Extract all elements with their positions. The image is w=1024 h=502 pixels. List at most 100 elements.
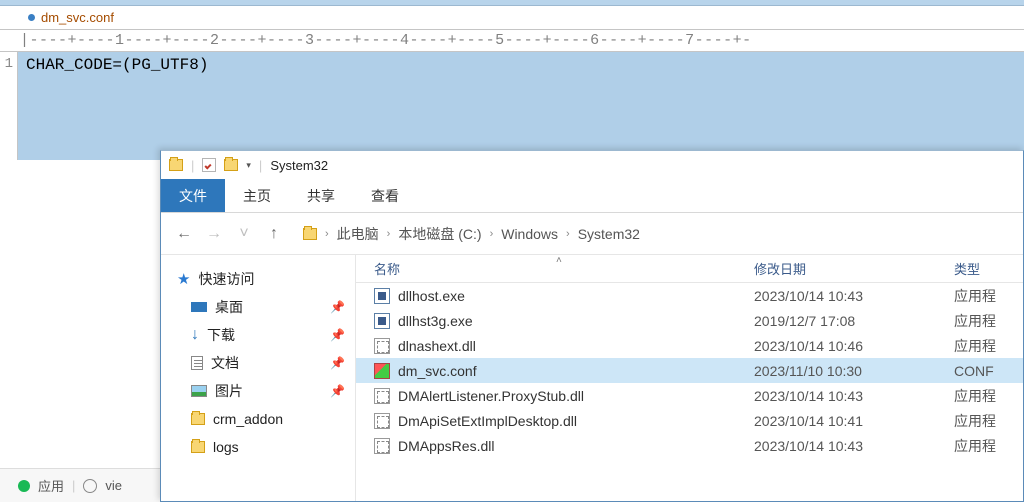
pin-icon: 📌 [330, 384, 345, 398]
star-icon: ★ [177, 270, 190, 288]
sidebar-item-label: 下载 [207, 325, 235, 345]
file-row[interactable]: dllhost.exe 2023/10/14 10:43应用程 [356, 283, 1023, 308]
sidebar-item-label: 图片 [215, 381, 243, 401]
folder-icon [191, 441, 205, 453]
breadcrumb-separator-icon: › [486, 228, 498, 240]
nav-up-button[interactable]: ↑ [261, 221, 287, 247]
file-row[interactable]: dlnashext.dll 2023/10/14 10:46应用程 [356, 333, 1023, 358]
nav-forward-button[interactable]: → [201, 221, 227, 247]
download-icon: ↓ [191, 326, 199, 344]
dll-file-icon [374, 388, 390, 404]
file-row[interactable]: DMAlertListener.ProxyStub.dll 2023/10/14 … [356, 383, 1023, 408]
file-type: CONF [954, 363, 1023, 379]
file-name: dllhost.exe [398, 288, 465, 304]
conf-file-icon [374, 363, 390, 379]
ribbon-tab-home[interactable]: 主页 [225, 179, 289, 212]
sidebar-item-desktop[interactable]: 桌面 📌 [177, 293, 355, 321]
column-header-name[interactable]: 名称 [374, 259, 754, 278]
line-number: 1 [0, 56, 13, 72]
sort-indicator-icon: ˄ [556, 255, 562, 266]
code-line[interactable]: CHAR_CODE=(PG_UTF8) [18, 52, 216, 160]
folder-icon [191, 413, 205, 425]
browser-frag-label2[interactable]: vie [105, 478, 122, 493]
editor-code-area[interactable]: 1 CHAR_CODE=(PG_UTF8) [0, 52, 1024, 160]
file-name: dlnashext.dll [398, 338, 476, 354]
breadcrumb-item[interactable]: 此电脑 [337, 224, 379, 244]
separator: | [72, 478, 75, 493]
folder-icon [169, 159, 183, 171]
checkbox-icon[interactable] [202, 158, 216, 172]
file-date: 2019/12/7 17:08 [754, 313, 954, 329]
sidebar-item-folder[interactable]: logs [177, 433, 355, 461]
sidebar-item-folder[interactable]: crm_addon [177, 405, 355, 433]
breadcrumb-item[interactable]: 本地磁盘 (C:) [398, 224, 481, 244]
nav-back-button[interactable]: ← [171, 221, 197, 247]
breadcrumb-separator-icon: › [383, 228, 395, 240]
text-editor: dm_svc.conf |----+----1----+----2----+--… [0, 0, 1024, 160]
breadcrumb-separator-icon: › [562, 228, 574, 240]
file-list-pane: ˄ 名称 修改日期 类型 dllhost.exe 2023/10/14 10:43… [356, 255, 1023, 501]
pin-icon: 📌 [330, 328, 345, 342]
sidebar-item-documents[interactable]: 文档 📌 [177, 349, 355, 377]
browser-toolbar-fragment: 应用 | vie [0, 468, 160, 502]
file-type: 应用程 [954, 411, 1023, 431]
sidebar-item-label: 快速访问 [198, 269, 254, 289]
file-date: 2023/10/14 10:41 [754, 413, 954, 429]
window-title: System32 [270, 158, 328, 173]
sidebar-item-label: logs [213, 439, 239, 455]
sidebar-item-label: crm_addon [213, 411, 283, 427]
sidebar-item-pictures[interactable]: 图片 📌 [177, 377, 355, 405]
status-dot-icon [18, 480, 30, 492]
sidebar-item-downloads[interactable]: ↓ 下载 📌 [177, 321, 355, 349]
file-date: 2023/10/14 10:43 [754, 438, 954, 454]
editor-tab-label[interactable]: dm_svc.conf [41, 10, 114, 25]
explorer-titlebar: | ▾ | System32 [161, 151, 1023, 179]
file-date: 2023/10/14 10:43 [754, 288, 954, 304]
editor-tab-bar: dm_svc.conf [0, 6, 1024, 30]
file-type: 应用程 [954, 286, 1023, 306]
breadcrumb-item[interactable]: Windows [501, 226, 558, 242]
file-type: 应用程 [954, 336, 1023, 356]
file-name: DMAlertListener.ProxyStub.dll [398, 388, 584, 404]
file-date: 2023/10/14 10:46 [754, 338, 954, 354]
sidebar-item-label: 桌面 [215, 297, 243, 317]
file-row[interactable]: DMAppsRes.dll2023/10/14 10:43应用程 [356, 433, 1023, 458]
column-header-type[interactable]: 类型 [954, 259, 1023, 278]
breadcrumb-item[interactable]: System32 [578, 226, 640, 242]
explorer-sidebar: ★ 快速访问 桌面 📌 ↓ 下载 📌 文档 📌 图片 📌 [161, 255, 356, 501]
column-header-date[interactable]: 修改日期 [754, 259, 954, 278]
dll-file-icon [374, 438, 390, 454]
explorer-body: ★ 快速访问 桌面 📌 ↓ 下载 📌 文档 📌 图片 📌 [161, 255, 1023, 501]
breadcrumb-separator-icon: › [321, 228, 333, 240]
document-icon [191, 356, 203, 370]
file-explorer-window: | ▾ | System32 文件 主页 共享 查看 ← → ˅ ↑ › 此电脑… [160, 150, 1024, 502]
exe-file-icon [374, 313, 390, 329]
file-date: 2023/10/14 10:43 [754, 388, 954, 404]
editor-gutter: 1 [0, 52, 18, 160]
dll-file-icon [374, 338, 390, 354]
file-row[interactable]: dllhst3g.exe2019/12/7 17:08应用程 [356, 308, 1023, 333]
separator: | [191, 158, 194, 173]
pin-icon: 📌 [330, 300, 345, 314]
nav-history-dropdown[interactable]: ˅ [231, 221, 257, 247]
globe-icon [83, 479, 97, 493]
sidebar-item-label: 文档 [211, 353, 239, 373]
ribbon-tab-share[interactable]: 共享 [289, 179, 353, 212]
address-bar: ← → ˅ ↑ › 此电脑 › 本地磁盘 (C:) › Windows › Sy… [161, 213, 1023, 255]
file-rows: dllhost.exe2023/10/14 10:43应用程dllhst3g.e… [356, 283, 1023, 501]
ribbon-tab-file[interactable]: 文件 [161, 179, 225, 212]
file-name: dllhst3g.exe [398, 313, 473, 329]
file-row[interactable]: DmApiSetExtImplDesktop.dll2023/10/14 10:… [356, 408, 1023, 433]
browser-frag-label1[interactable]: 应用 [38, 476, 64, 495]
sidebar-item-quick-access[interactable]: ★ 快速访问 [177, 265, 355, 293]
file-date: 2023/11/10 10:30 [754, 363, 954, 379]
dropdown-caret-icon[interactable]: ▾ [246, 160, 251, 171]
desktop-icon [191, 302, 207, 312]
tab-modified-dot-icon [28, 14, 35, 21]
file-name: DMAppsRes.dll [398, 438, 494, 454]
file-row[interactable]: dm_svc.conf2023/11/10 10:30CONF [356, 358, 1023, 383]
ribbon-tab-view[interactable]: 查看 [353, 179, 417, 212]
editor-ruler: |----+----1----+----2----+----3----+----… [0, 30, 1024, 52]
folder-icon [303, 228, 317, 240]
pictures-icon [191, 385, 207, 397]
